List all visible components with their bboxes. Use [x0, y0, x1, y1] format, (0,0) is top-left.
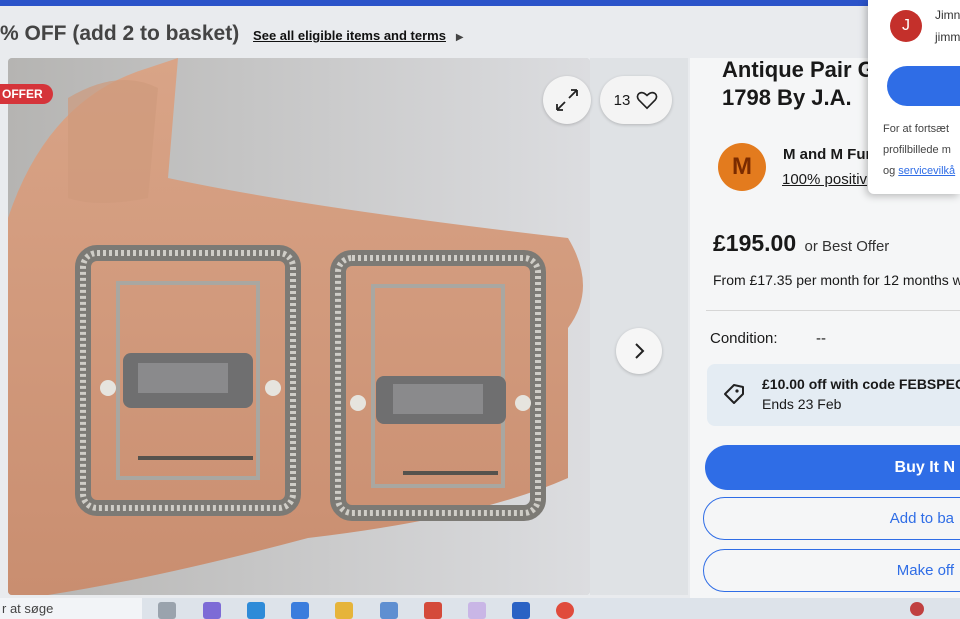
eligible-items-link[interactable]: See all eligible items and terms: [253, 28, 446, 43]
listing-title-line2: 1798 By J.A.: [722, 85, 852, 110]
store-icon[interactable]: [291, 602, 309, 619]
offer-badge: OFFER: [0, 84, 53, 104]
office-icon[interactable]: [424, 602, 442, 619]
listing-title: Antique Pair G 1798 By J.A.: [722, 56, 882, 112]
seller-avatar[interactable]: M: [718, 143, 766, 191]
add-to-basket-button[interactable]: Add to ba: [703, 497, 960, 540]
account-info-line3: og servicevilkå: [883, 165, 955, 177]
buckles-photo: [8, 58, 590, 595]
coupon-code-text: £10.00 off with code FEBSPEC: [762, 376, 960, 392]
chrome-icon[interactable]: [556, 602, 574, 619]
media-icon[interactable]: [468, 602, 486, 619]
listing-title-line1: Antique Pair G: [722, 57, 875, 82]
caret-right-icon: ▶: [455, 32, 464, 43]
account-info-line2: profilbillede m: [883, 144, 951, 156]
divider: [706, 310, 960, 311]
watch-button[interactable]: 13: [600, 76, 672, 124]
condition-label: Condition:: [710, 330, 778, 347]
gallery-side-pane: [590, 58, 688, 595]
buy-it-now-button[interactable]: Buy It N: [705, 445, 960, 490]
heart-icon: [636, 91, 658, 110]
account-continue-button[interactable]: [887, 66, 960, 106]
tag-icon: [724, 384, 744, 404]
account-info-line1: For at fortsæt: [883, 123, 950, 135]
task-view-icon[interactable]: [158, 602, 176, 619]
account-email: jimm: [935, 30, 960, 44]
make-offer-button[interactable]: Make off: [703, 549, 960, 592]
next-image-button[interactable]: [616, 328, 662, 374]
chevron-right-icon: [635, 343, 645, 359]
mail-icon[interactable]: [512, 602, 530, 619]
file-explorer-icon[interactable]: [335, 602, 353, 619]
promo-text: % OFF (add 2 to basket): [0, 22, 240, 45]
seller-name[interactable]: M and M Fur: [783, 146, 871, 163]
account-avatar: J: [890, 10, 922, 42]
price-block: £195.00 or Best Offer: [713, 230, 889, 257]
watch-count: 13: [613, 91, 631, 109]
edge-icon[interactable]: [247, 602, 265, 619]
account-name: Jimn: [935, 8, 960, 22]
coupon-ends-text: Ends 23 Feb: [762, 396, 842, 412]
best-offer-label: or Best Offer: [804, 238, 890, 255]
price-amount: £195.00: [713, 230, 797, 256]
widgets-icon[interactable]: [203, 602, 221, 619]
expand-icon: [556, 89, 578, 111]
terms-link[interactable]: servicevilkå: [898, 165, 955, 177]
browser-top-bar: [0, 0, 960, 6]
expand-button[interactable]: [543, 76, 591, 124]
seller-feedback-link[interactable]: 100% positiv: [782, 171, 870, 188]
finance-text: From £17.35 per month for 12 months w: [713, 272, 960, 288]
app-icon[interactable]: [380, 602, 398, 619]
account-info-prefix: og: [883, 165, 899, 177]
notification-icon[interactable]: [910, 602, 924, 616]
product-image[interactable]: [8, 58, 590, 595]
taskbar-search[interactable]: r at søge: [0, 598, 142, 619]
promo-banner: % OFF (add 2 to basket) See all eligible…: [0, 22, 464, 46]
condition-value: --: [816, 330, 826, 347]
